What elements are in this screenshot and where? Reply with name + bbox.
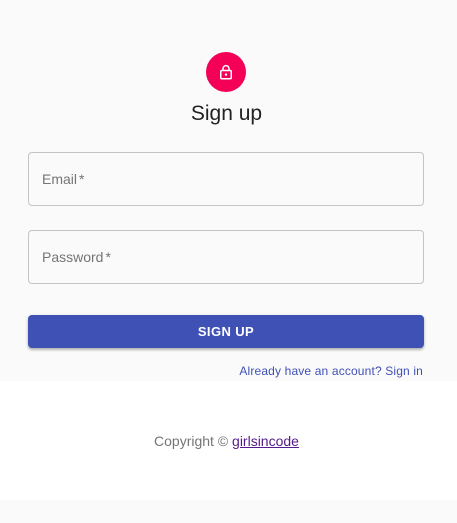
email-field-label: Email *: [42, 171, 85, 187]
sign-up-button[interactable]: SIGN UP: [28, 315, 424, 348]
email-field[interactable]: Email *: [28, 152, 424, 206]
girlsincode-link[interactable]: girlsincode: [232, 433, 299, 449]
sign-in-link[interactable]: Already have an account? Sign in: [239, 364, 423, 379]
password-field[interactable]: Password *: [28, 230, 424, 284]
password-field-label: Password *: [42, 249, 111, 265]
page-bottom-strip: [0, 500, 457, 523]
avatar: [206, 52, 246, 92]
copyright-text: Copyright © girlsincode: [154, 433, 299, 449]
lock-outlined-icon: [217, 63, 235, 81]
page-title: Sign up: [190, 102, 263, 125]
